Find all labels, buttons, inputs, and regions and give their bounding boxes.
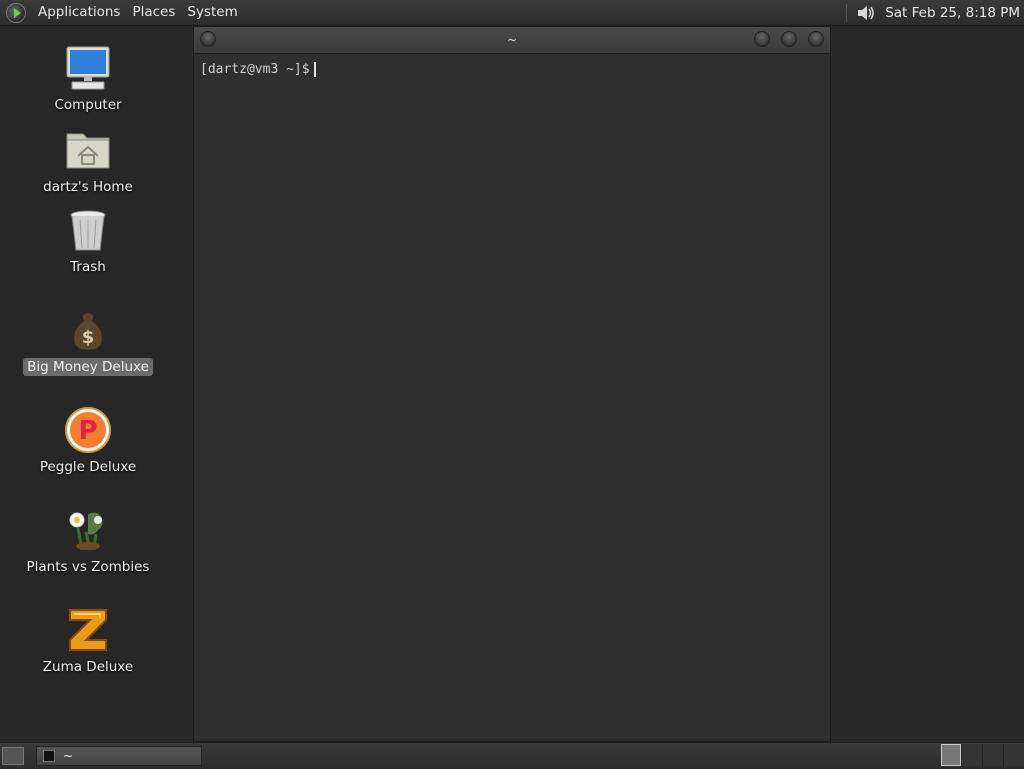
bottom-panel: ~	[0, 742, 1024, 769]
desktop-icon-zuma-deluxe[interactable]: Zuma Deluxe	[13, 606, 163, 676]
desktop-icon-computer[interactable]: Computer	[13, 44, 163, 114]
desktop-icon-label: Peggle Deluxe	[39, 459, 137, 475]
svg-text:P: P	[78, 416, 97, 446]
distro-logo-icon[interactable]	[6, 2, 26, 23]
taskbar-item-label: ~	[63, 749, 74, 763]
desktop-icon-label: Computer	[54, 97, 122, 113]
computer-icon	[64, 44, 112, 92]
desktop-icon-home[interactable]: dartz's Home	[13, 126, 163, 196]
svg-text:$: $	[82, 327, 95, 348]
clock[interactable]: Sat Feb 25, 8:18 PM	[885, 5, 1024, 21]
desktop-icon-plants-vs-zombies[interactable]: Plants vs Zombies	[13, 506, 163, 576]
workspace-4[interactable]	[1003, 744, 1024, 766]
desktop-icon-peggle-deluxe[interactable]: P Peggle Deluxe	[13, 406, 163, 476]
trash-icon	[64, 206, 112, 254]
window-menu-button[interactable]	[200, 31, 216, 47]
main-menu: Applications Places System	[0, 0, 244, 25]
desktop-icon-big-money-deluxe[interactable]: $ Big Money Deluxe	[13, 306, 163, 376]
top-panel: Applications Places System Sat Feb 25, 8…	[0, 0, 1024, 26]
terminal-window[interactable]: ~ [dartz@vm3 ~]$	[193, 26, 831, 742]
terminal-prompt: [dartz@vm3 ~]$	[200, 62, 310, 77]
workspace-2[interactable]	[961, 744, 982, 766]
close-button[interactable]	[808, 31, 824, 47]
taskbar-item-terminal[interactable]: ~	[36, 746, 202, 766]
terminal-icon	[43, 750, 55, 762]
money-bag-icon: $	[64, 306, 112, 354]
peggle-icon: P	[64, 406, 112, 454]
system-tray: Sat Feb 25, 8:18 PM	[846, 0, 1024, 25]
plants-vs-zombies-icon	[64, 506, 112, 554]
home-folder-icon	[64, 126, 112, 174]
menu-system[interactable]: System	[181, 0, 243, 25]
menu-applications[interactable]: Applications	[32, 0, 126, 25]
desktop-icon-label: dartz's Home	[43, 179, 133, 195]
desktop-icon-label: Big Money Deluxe	[23, 358, 153, 376]
desktop-icon-label: Plants vs Zombies	[26, 559, 150, 575]
show-desktop-icon[interactable]	[2, 747, 24, 765]
desktop-area-right	[832, 26, 1024, 742]
workspace-3[interactable]	[982, 744, 1003, 766]
minimize-button[interactable]	[754, 31, 770, 47]
window-title: ~	[506, 33, 518, 47]
menu-places[interactable]: Places	[126, 0, 181, 25]
maximize-button[interactable]	[781, 31, 797, 47]
terminal-body[interactable]: [dartz@vm3 ~]$	[194, 54, 830, 85]
desktop-icon-label: Trash	[70, 259, 106, 275]
workspace-switcher	[941, 744, 1024, 768]
desktop-icon-label: Zuma Deluxe	[42, 659, 134, 675]
text-cursor	[313, 62, 316, 77]
workspace-1[interactable]	[941, 744, 961, 766]
window-titlebar[interactable]: ~	[194, 27, 830, 54]
desktop-icon-trash[interactable]: Trash	[13, 206, 163, 276]
tray-separator	[846, 3, 848, 22]
zuma-icon	[64, 606, 112, 654]
volume-icon[interactable]	[855, 3, 877, 23]
